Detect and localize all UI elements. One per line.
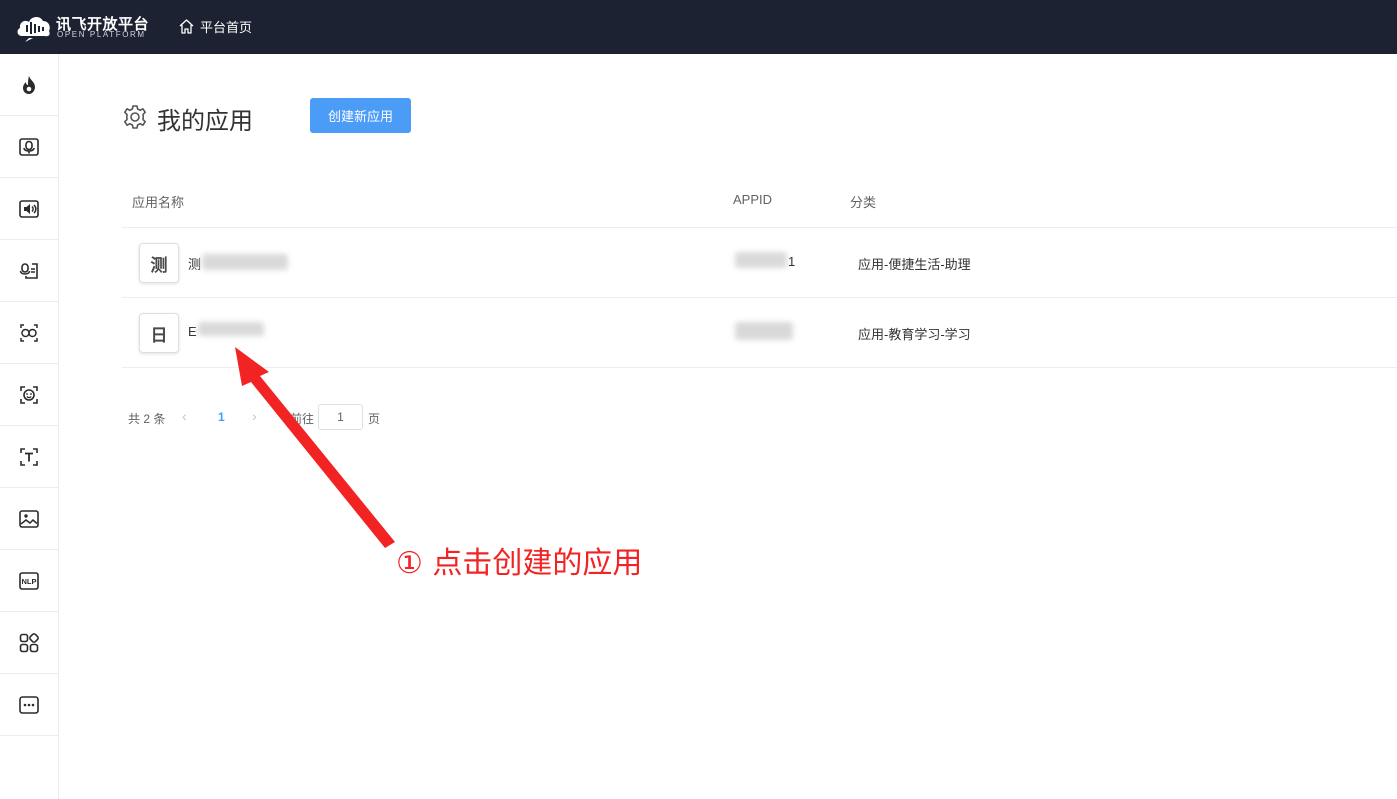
sidebar-item-nlp[interactable]: NLP xyxy=(0,550,58,612)
page-title: 我的应用 xyxy=(157,108,253,135)
sidebar-item-hot[interactable] xyxy=(0,54,58,116)
face-scan-icon xyxy=(20,385,38,404)
goto-label: 前往 xyxy=(290,412,315,426)
redacted-appid xyxy=(735,252,787,268)
home-link-label: 平台首页 xyxy=(200,19,253,35)
appid-visible-suffix: 1 xyxy=(788,254,796,269)
microphone-icon xyxy=(19,137,39,156)
sidebar-item-all-services[interactable] xyxy=(0,612,58,674)
flame-icon xyxy=(23,75,35,94)
sidebar-item-image-recognition[interactable] xyxy=(0,488,58,550)
app-table: 应用名称 APPID 分类 测 测 1 应用-便捷生活-助理 日 E 应用-教育… xyxy=(122,170,1397,368)
create-app-button[interactable]: 创建新应用 xyxy=(310,98,411,133)
top-nav-bar: 讯飞开放平台 OPEN PLATFORM 平台首页 xyxy=(0,0,1397,54)
home-icon xyxy=(179,18,194,34)
column-header-app-name: 应用名称 xyxy=(132,195,185,210)
settings-gear-icon xyxy=(124,105,146,129)
service-sidebar: NLP xyxy=(0,54,59,799)
nlp-icon: NLP xyxy=(19,571,39,590)
image-icon xyxy=(19,509,39,528)
redacted-app-name xyxy=(198,322,264,336)
sidebar-item-face-compare[interactable] xyxy=(0,302,58,364)
table-header: 应用名称 APPID 分类 xyxy=(122,170,1397,228)
column-header-appid: APPID xyxy=(733,192,773,207)
pagination: 共 2 条 ‹ 1 › 前往 页 xyxy=(128,404,428,432)
more-icon xyxy=(19,695,39,714)
app-avatar[interactable]: 测 xyxy=(139,243,179,283)
table-row[interactable]: 测 测 1 应用-便捷生活-助理 xyxy=(122,228,1397,298)
sidebar-item-voiceprint[interactable] xyxy=(0,240,58,302)
redacted-appid xyxy=(735,322,793,340)
sidebar-item-more[interactable] xyxy=(0,674,58,736)
pagination-total: 共 2 条 xyxy=(128,412,166,426)
platform-home-link[interactable]: 平台首页 xyxy=(178,16,252,36)
app-name[interactable]: E xyxy=(188,324,197,339)
sidebar-item-face-detect[interactable] xyxy=(0,364,58,426)
nlp-icon-text: NLP xyxy=(22,577,37,586)
goto-page-input[interactable] xyxy=(318,404,363,430)
app-avatar[interactable]: 日 xyxy=(139,313,179,353)
sidebar-item-speech-recognition[interactable] xyxy=(0,116,58,178)
apps-grid-icon xyxy=(19,632,39,652)
speaker-icon xyxy=(19,199,39,218)
prev-page-icon[interactable]: ‹ xyxy=(182,408,187,424)
app-name[interactable]: 测 xyxy=(188,254,201,273)
page-number-1[interactable]: 1 xyxy=(218,410,225,424)
logo-en-text: OPEN PLATFORM xyxy=(57,30,146,39)
annotation-label: ① 点击创建的应用 xyxy=(396,546,643,581)
page-suffix-label: 页 xyxy=(368,412,381,426)
face-compare-icon xyxy=(20,323,38,342)
app-category: 应用-便捷生活-助理 xyxy=(858,257,971,272)
sidebar-item-text-recognition[interactable] xyxy=(0,426,58,488)
text-ocr-icon xyxy=(20,447,38,466)
cloud-wave-logo-icon xyxy=(17,16,50,42)
platform-logo[interactable]: 讯飞开放平台 OPEN PLATFORM xyxy=(16,11,156,43)
column-header-category: 分类 xyxy=(850,195,877,210)
redacted-app-name xyxy=(202,254,288,270)
app-category: 应用-教育学习-学习 xyxy=(858,327,971,342)
voice-card-icon xyxy=(19,262,38,279)
sidebar-item-speech-synthesis[interactable] xyxy=(0,178,58,240)
table-row[interactable]: 日 E 应用-教育学习-学习 xyxy=(122,298,1397,368)
next-page-icon[interactable]: › xyxy=(252,408,257,424)
